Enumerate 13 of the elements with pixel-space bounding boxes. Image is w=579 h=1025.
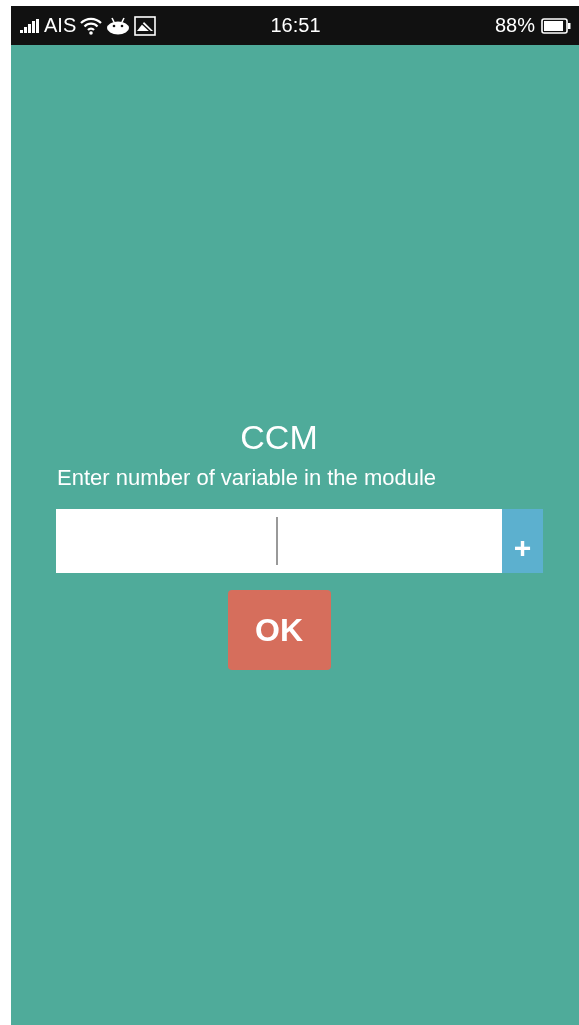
ok-button[interactable]: OK: [227, 590, 331, 670]
clock-time: 16:51: [270, 14, 321, 37]
signal-icon: [20, 18, 40, 33]
battery-icon: [541, 17, 571, 34]
image-icon: [134, 15, 157, 36]
wifi-icon: [80, 16, 103, 35]
battery-percent: 88%: [494, 14, 535, 37]
app-title: CCM: [239, 418, 319, 457]
android-icon: [106, 16, 131, 35]
number-input-field[interactable]: [56, 509, 502, 573]
add-button[interactable]: +: [502, 509, 543, 573]
prompt-text: Enter number of variable in the module: [57, 465, 438, 491]
carrier-name: AIS: [44, 14, 77, 37]
